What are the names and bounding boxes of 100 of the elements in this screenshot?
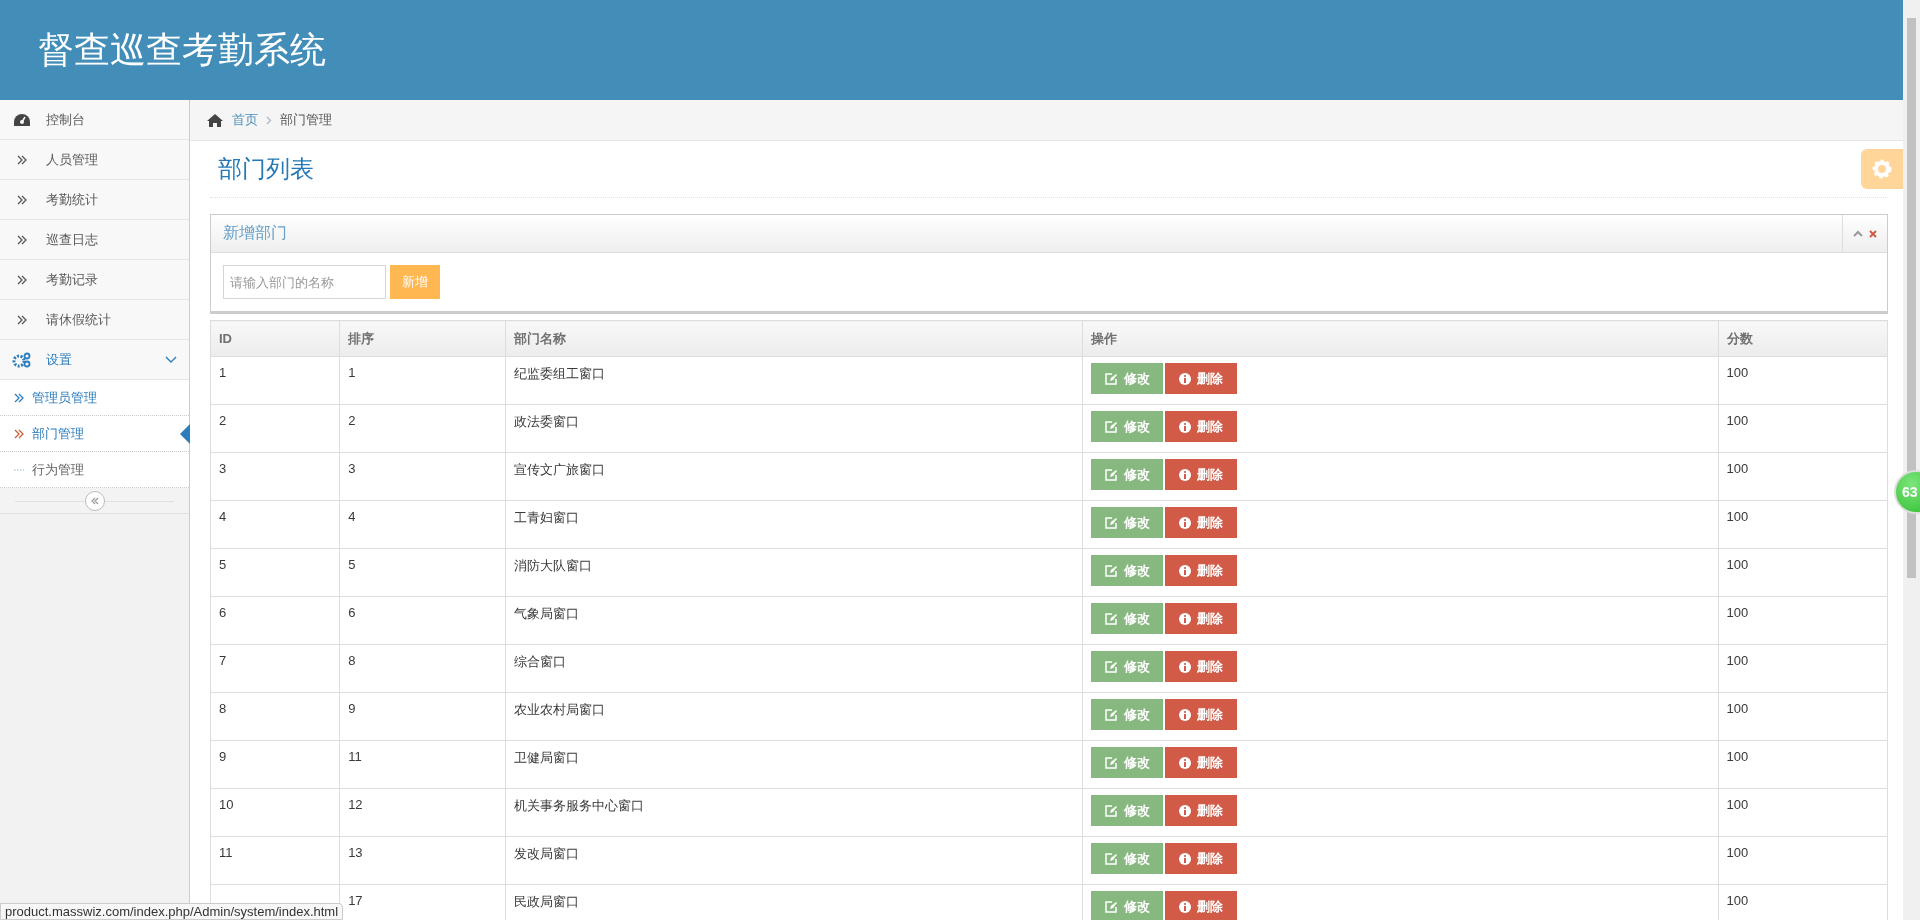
edit-button[interactable]: 修改 — [1091, 891, 1163, 920]
table-cell: 5 — [339, 548, 506, 597]
edit-button[interactable]: 修改 — [1091, 651, 1163, 682]
edit-icon — [1104, 564, 1118, 577]
column-header: 操作 — [1082, 320, 1719, 357]
delete-button[interactable]: 删除 — [1165, 603, 1237, 634]
sidebar-subitem[interactable]: 行为管理 — [0, 452, 189, 488]
edit-icon — [1104, 516, 1118, 529]
table-cell: 政法委窗口 — [505, 404, 1083, 453]
table-cell: 4 — [339, 500, 506, 549]
edit-button[interactable]: 修改 — [1091, 747, 1163, 778]
info-icon — [1179, 612, 1191, 625]
table-cell: 发改局窗口 — [505, 836, 1083, 885]
info-icon — [1179, 564, 1191, 577]
edit-button[interactable]: 修改 — [1091, 603, 1163, 634]
sidebar-subitem[interactable]: 部门管理 — [0, 416, 189, 452]
edit-button[interactable]: 修改 — [1091, 411, 1163, 442]
app-title: 督查巡查考勤系统 — [38, 27, 326, 72]
delete-button[interactable]: 删除 — [1165, 651, 1237, 682]
delete-button[interactable]: 删除 — [1165, 363, 1237, 394]
gears-icon — [12, 351, 32, 368]
table-cell: 纪监委组工窗口 — [505, 356, 1083, 405]
table-cell: 100 — [1718, 596, 1888, 645]
table-cell: 6 — [210, 596, 340, 645]
table-cell: 100 — [1718, 356, 1888, 405]
edit-icon — [1104, 852, 1118, 865]
table-cell: 100 — [1718, 788, 1888, 837]
table-cell: 7 — [210, 644, 340, 693]
edit-button[interactable]: 修改 — [1091, 555, 1163, 586]
edit-button[interactable]: 修改 — [1091, 699, 1163, 730]
info-icon — [1179, 852, 1191, 865]
edit-icon — [1104, 804, 1118, 817]
delete-button[interactable]: 删除 — [1165, 459, 1237, 490]
double-chevron-icon — [17, 194, 27, 205]
edit-icon — [1104, 900, 1118, 913]
table-cell: 100 — [1718, 500, 1888, 549]
edit-button[interactable]: 修改 — [1091, 363, 1163, 394]
page-title: 部门列表 — [217, 154, 314, 184]
chevron-down-icon — [165, 355, 177, 364]
edit-button[interactable]: 修改 — [1091, 843, 1163, 874]
table-cell: 100 — [1718, 836, 1888, 885]
info-icon — [1179, 660, 1191, 673]
edit-button[interactable]: 修改 — [1091, 459, 1163, 490]
double-chevron-left-icon — [89, 496, 100, 505]
delete-button[interactable]: 删除 — [1165, 555, 1237, 586]
dashboard-icon — [13, 112, 31, 127]
edit-icon — [1104, 420, 1118, 433]
table-cell: 2 — [339, 404, 506, 453]
table-cell: 100 — [1718, 404, 1888, 453]
table-cell: 综合窗口 — [505, 644, 1083, 693]
table-cell: 8 — [210, 692, 340, 741]
info-icon — [1179, 468, 1191, 481]
sidebar-subitem[interactable]: 管理员管理 — [0, 380, 189, 416]
dotted-line-icon — [14, 468, 24, 471]
home-link[interactable]: 首页 — [232, 111, 258, 129]
close-icon[interactable] — [1869, 229, 1877, 238]
delete-button[interactable]: 删除 — [1165, 843, 1237, 874]
settings-button[interactable] — [1861, 149, 1903, 189]
edit-button[interactable]: 修改 — [1091, 507, 1163, 538]
column-header: 部门名称 — [505, 320, 1083, 357]
table-cell: 10 — [210, 788, 340, 837]
column-header: ID — [210, 320, 340, 357]
table-cell: 100 — [1718, 644, 1888, 693]
table-cell: 卫健局窗口 — [505, 740, 1083, 789]
table-cell: 消防大队窗口 — [505, 548, 1083, 597]
table-cell: 12 — [339, 788, 506, 837]
delete-button[interactable]: 删除 — [1165, 795, 1237, 826]
delete-button[interactable]: 删除 — [1165, 507, 1237, 538]
scrollbar[interactable] — [1903, 0, 1920, 920]
edit-icon — [1104, 468, 1118, 481]
delete-button[interactable]: 删除 — [1165, 699, 1237, 730]
edit-icon — [1104, 612, 1118, 625]
edit-icon — [1104, 708, 1118, 721]
table-cell: 气象局窗口 — [505, 596, 1083, 645]
table-cell: 100 — [1718, 740, 1888, 789]
column-header: 排序 — [339, 320, 506, 357]
info-icon — [1179, 420, 1191, 433]
delete-button[interactable]: 删除 — [1165, 891, 1237, 920]
settings-icon — [1872, 159, 1892, 179]
department-name-field[interactable]: 请输入部门的名称 — [223, 265, 386, 299]
table-cell: 机关事务服务中心窗口 — [505, 788, 1083, 837]
double-chevron-icon — [17, 154, 27, 165]
table-cell: 100 — [1718, 548, 1888, 597]
edit-icon — [1104, 372, 1118, 385]
table-cell: 2 — [210, 404, 340, 453]
table-cell: 1 — [210, 356, 340, 405]
delete-button[interactable]: 删除 — [1165, 411, 1237, 442]
table-cell: 8 — [339, 644, 506, 693]
active-pointer-icon — [180, 424, 190, 444]
table-cell: 11 — [210, 836, 340, 885]
table-cell: 3 — [210, 452, 340, 501]
info-icon — [1179, 516, 1191, 529]
edit-button[interactable]: 修改 — [1091, 795, 1163, 826]
double-chevron-icon — [17, 234, 27, 245]
collapse-icon[interactable] — [1853, 230, 1863, 237]
info-icon — [1179, 756, 1191, 769]
collapse-sidebar-button[interactable] — [84, 490, 105, 511]
current-page-label: 部门管理 — [280, 111, 332, 129]
double-chevron-icon — [14, 392, 24, 403]
delete-button[interactable]: 删除 — [1165, 747, 1237, 778]
